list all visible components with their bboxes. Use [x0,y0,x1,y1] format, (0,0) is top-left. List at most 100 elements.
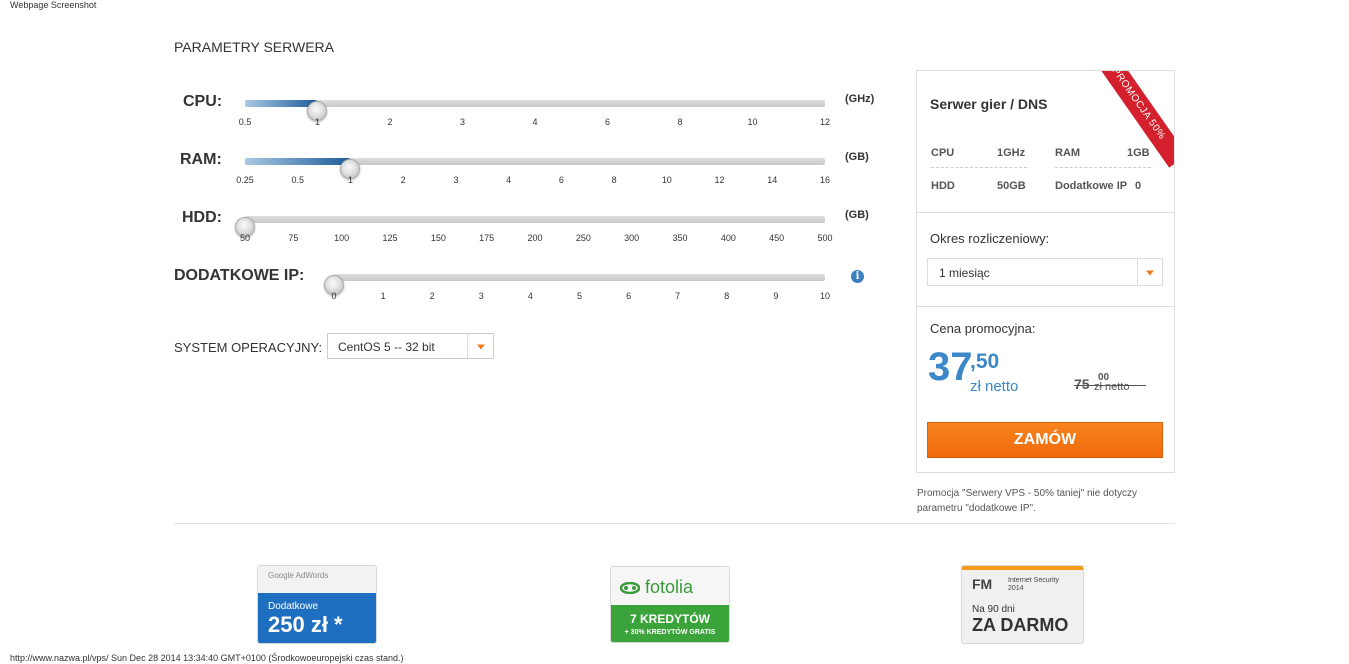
ip-tick-label: 1 [380,291,386,301]
ram-tick-label: 8 [611,175,617,185]
spec-divider [931,167,1027,168]
price-net-label: zł netto [970,378,1019,395]
ip-tick-label: 0 [331,291,337,301]
fm-badge[interactable]: FM Internet Security 2014 Na 90 dni ZA D… [961,565,1084,644]
fotolia-badge[interactable]: fotolia 7 KREDYTÓW + 30% KREDYTÓW GRATIS [610,566,730,643]
hdd-tick-label: 300 [624,233,640,243]
adwords-line1: Dodatkowe [268,601,319,612]
spec-divider [1055,167,1151,168]
fotolia-logo: fotolia [619,577,694,598]
cpu-slider-fill [245,100,317,107]
ip-tick-label: 8 [724,291,730,301]
cpu-slider-track[interactable] [245,100,825,121]
ip-label: DODATKOWE IP: [174,267,305,284]
ip-slider-track[interactable] [324,274,825,295]
ip-tick-label: 7 [675,291,681,301]
period-label: Okres rozliczeniowy: [930,231,1050,246]
hdd-tick-label: 200 [527,233,543,243]
hdd-slider-track[interactable] [235,216,825,237]
info-icon[interactable]: i [851,270,864,283]
ip-tick-label: 4 [527,291,533,301]
os-select[interactable]: CentOS 5 -- 32 bit [327,333,494,359]
hdd-tick-label: 500 [817,233,833,243]
hdd-tick-label: 450 [769,233,785,243]
ip-tick-label: 5 [576,291,583,301]
spec-ram-label: RAM [1055,147,1081,159]
ram-tick-label: 10 [661,175,672,185]
fm-sub1: Internet Security [1008,577,1059,584]
hdd-tick-label: 400 [720,233,736,243]
adwords-line2: 250 zł * [268,612,343,637]
os-select-arrow[interactable] [467,334,493,358]
hdd-tick-label: 125 [382,233,398,243]
ip-ticks: 0 1 2 3 4 5 6 7 8 9 10 [331,291,830,303]
order-button[interactable]: ZAMÓW [927,422,1163,458]
cpu-tick-label: 1 [314,117,321,127]
hdd-ticks: 50 75 100 125 150 175 200 250 300 350 400 450 500 [240,233,833,245]
chevron-down-icon [476,344,485,350]
fotolia-logo-icon [619,582,641,595]
ram-tick-label: 1 [347,175,353,185]
cpu-tick-label: 6 [604,117,611,127]
ram-slider-fill [245,158,350,165]
ram-ticks: 0.25 0.5 1 2 3 4 6 8 10 12 14 16 [236,175,830,187]
cpu-tick-label: 4 [532,117,538,127]
os-label: SYSTEM OPERACYJNY: [174,340,323,355]
price-label: Cena promocyjna: [930,321,1036,336]
panel-title: Serwer gier / DNS [930,96,1048,112]
ram-tick-label: 0.5 [291,175,304,185]
adwords-logo: Google AdWords [258,566,376,593]
ip-slider-row: DODATKOWE IP: 0 1 2 3 4 5 6 7 8 9 10 i [174,267,894,307]
hdd-tick-label: 50 [239,233,251,243]
adwords-badge[interactable]: Google AdWords Dodatkowe 250 zł * [257,565,377,644]
fm-sub: Internet Security 2014 [1008,577,1059,593]
cpu-tick-label: 2 [387,117,393,127]
ram-tick-label: 14 [767,175,778,185]
hdd-tick-label: 100 [334,233,350,243]
fm-stripe [962,566,1083,570]
ip-tick-label: 2 [429,291,435,301]
ram-label: RAM: [180,151,222,168]
hdd-unit: (GB) [845,209,869,221]
ram-tick-label: 2 [400,175,406,185]
cpu-tick-label: 0.5 [238,117,252,127]
panel-divider [917,306,1174,307]
fotolia-line2: + 30% KREDYTÓW GRATIS [624,629,716,636]
fotolia-logo-text: fotolia [645,577,694,597]
old-price-net-label: zł netto [1094,381,1130,393]
cpu-tick-label: 10 [747,117,758,127]
hdd-label: HDD: [182,209,222,226]
page-caption-bottom: http://www.nazwa.pl/vps/ Sun Dec 28 2014… [10,653,404,663]
ip-tick-label: 6 [626,291,632,301]
hdd-tick-label: 250 [575,233,591,243]
os-select-value: CentOS 5 -- 32 bit [338,340,435,354]
hdd-slider-row: HDD: 50 75 100 125 150 175 200 250 300 350 400 450 5… [174,209,894,249]
spec-ip-value: 0 [1135,180,1142,192]
cpu-slider-row: CPU: 0.5 1 2 3 4 6 8 10 12 (GHz) [174,93,894,133]
ram-slider-track[interactable] [245,158,825,179]
price-integer: 37 [928,345,973,389]
ip-tick-label: 3 [478,291,484,301]
spec-hdd-value: 50GB [997,180,1026,192]
ram-unit: (GB) [845,151,869,163]
cpu-tick-label: 3 [459,117,466,127]
hdd-tick-label: 150 [430,233,446,243]
fm-logo: FM [972,576,993,592]
spec-ip-label: Dodatkowe IP [1055,180,1128,192]
period-select-arrow[interactable] [1137,259,1162,285]
chevron-down-icon [1146,270,1154,276]
ram-tick-label: 0.25 [236,175,254,185]
fm-line1: Na 90 dni [972,604,1015,615]
old-price-strike [1074,385,1146,386]
ram-tick-label: 3 [453,175,459,185]
spec-cpu-value: 1GHz [997,147,1026,159]
period-select-value: 1 miesiąc [939,266,990,280]
cpu-tick-label: 12 [819,117,831,127]
ip-tick-label: 9 [773,291,779,301]
section-title: PARAMETRY SERWERA [174,39,335,55]
promo-note: Promocja "Serwery VPS - 50% taniej" nie … [917,488,1137,514]
fotolia-header: fotolia [611,567,729,605]
spec-cpu-label: CPU [931,147,955,159]
period-select[interactable]: 1 miesiąc [927,258,1163,286]
fm-line2: ZA DARMO [972,615,1069,635]
